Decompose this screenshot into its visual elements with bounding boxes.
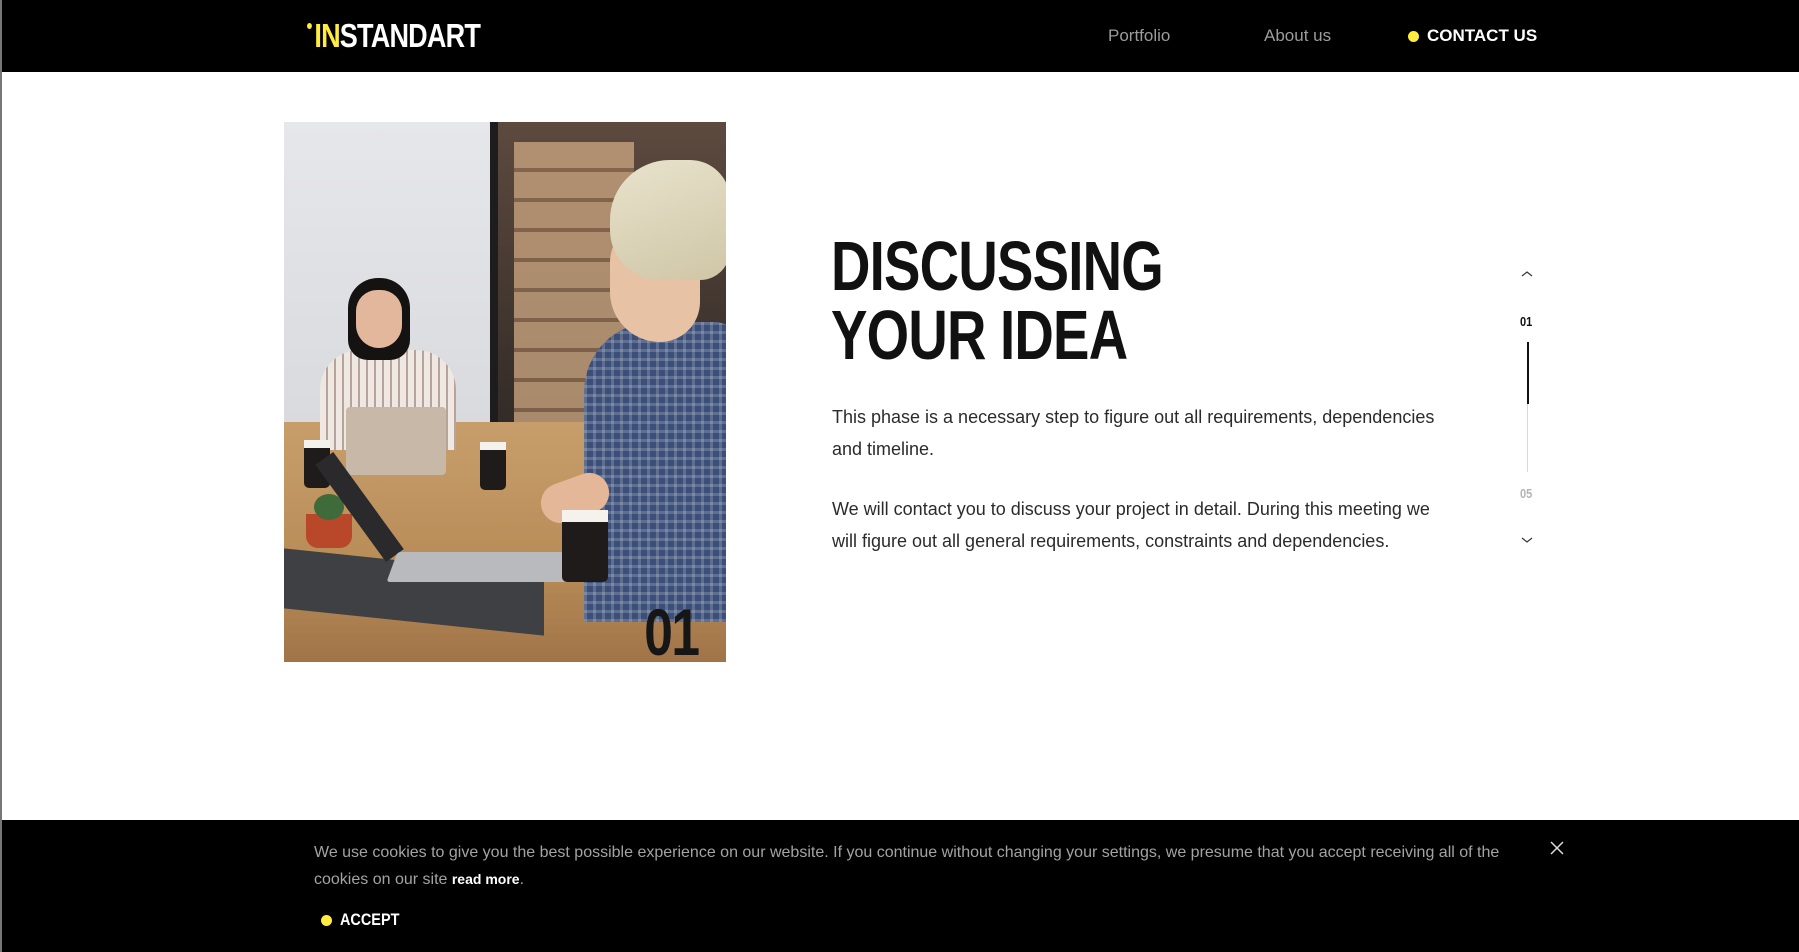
step-paragraph-1: This phase is a necessary step to figure… (832, 407, 1435, 459)
pager-current: 01 (1520, 314, 1533, 329)
step-title: DISCUSSING YOUR IDEA (831, 231, 1164, 370)
logo-prefix: IN (314, 17, 340, 54)
cookie-banner: We use cookies to give you the best poss… (2, 820, 1799, 952)
accept-dot-icon (321, 914, 332, 926)
step-title-line1: DISCUSSING (831, 227, 1164, 305)
accept-label: ACCEPT (340, 910, 400, 929)
contact-dot-icon (1408, 30, 1419, 42)
logo[interactable]: INSTANDART (307, 17, 481, 54)
cookie-text: We use cookies to give you the best poss… (314, 840, 1514, 893)
nav-about-us[interactable]: About us (1264, 26, 1331, 46)
logo-dot (307, 23, 312, 29)
nav-contact-label: CONTACT US (1427, 26, 1538, 45)
chevron-up-icon[interactable] (1519, 266, 1535, 282)
close-icon[interactable] (1548, 839, 1566, 857)
site-header: INSTANDART Portfolio About us CONTACT US (2, 0, 1799, 72)
cookie-period: . (519, 871, 525, 888)
pager-progress (1527, 342, 1529, 404)
nav-contact-us[interactable]: CONTACT US (1408, 26, 1537, 46)
pager-total: 05 (1520, 486, 1533, 501)
step-paragraph-2: We will contact you to discuss your proj… (832, 499, 1430, 551)
logo-rest: STANDART (339, 17, 481, 54)
chevron-down-icon[interactable] (1519, 532, 1535, 548)
accept-button[interactable]: ACCEPT (321, 910, 410, 930)
step-title-line2: YOUR IDEA (831, 296, 1128, 374)
read-more-link[interactable]: read more (452, 871, 520, 887)
nav-portfolio[interactable]: Portfolio (1108, 26, 1170, 46)
step-photo: 01 (284, 122, 726, 662)
photo-step-number: 01 (643, 595, 700, 662)
